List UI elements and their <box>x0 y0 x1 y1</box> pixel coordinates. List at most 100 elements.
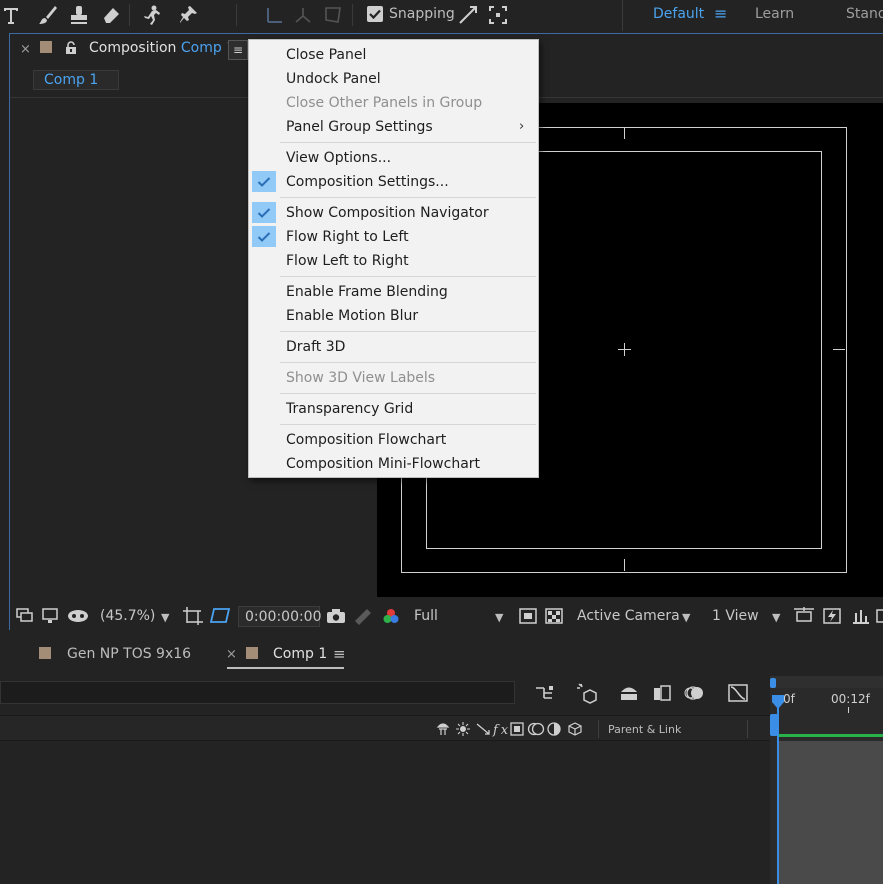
lock-icon[interactable] <box>65 40 77 59</box>
type-tool-icon[interactable] <box>0 3 24 27</box>
chevron-down-icon[interactable]: ▼ <box>161 611 169 624</box>
menu-item-flow-right-to-left[interactable]: Flow Right to Left <box>286 229 409 245</box>
fast-previews-icon[interactable] <box>518 607 538 629</box>
show-snapshot-icon[interactable] <box>353 607 373 629</box>
hide-shy-layers-icon[interactable] <box>618 683 640 707</box>
top-toolbar: Snapping Default ≡ Learn Stand <box>0 0 883 31</box>
axis-world-icon[interactable] <box>291 3 315 27</box>
center-crosshair-v <box>624 343 625 356</box>
label-color-swatch <box>39 647 51 659</box>
menu-item-composition-flowchart[interactable]: Composition Flowchart <box>286 432 446 448</box>
fast-preview-options-icon[interactable] <box>822 607 842 629</box>
snapping-label: Snapping <box>389 6 455 22</box>
time-ruler-label-12: 00:12f <box>831 692 870 706</box>
color-channels-icon[interactable] <box>381 607 401 629</box>
layer-track[interactable] <box>778 741 883 884</box>
view-layout-select[interactable]: 1 View <box>712 608 759 624</box>
toolbar-divider <box>622 0 623 31</box>
flowchart-icon[interactable] <box>876 607 883 629</box>
region-of-interest-icon[interactable] <box>182 606 204 630</box>
monitor-output-icon[interactable] <box>40 607 60 629</box>
menu-item-composition-settings[interactable]: Composition Settings... <box>286 174 449 190</box>
brush-tool-icon[interactable] <box>36 3 60 27</box>
toolbar-divider <box>236 4 237 26</box>
axis-local-icon[interactable] <box>263 3 287 27</box>
transparency-grid-icon[interactable] <box>544 607 564 629</box>
work-area-bar[interactable] <box>770 676 883 688</box>
timecode-field[interactable]: 0:00:00:00 <box>238 606 322 627</box>
current-time-indicator-line[interactable] <box>777 700 779 884</box>
mask-visibility-icon[interactable] <box>66 607 90 629</box>
column-divider <box>598 720 599 738</box>
timeline-tab-menu-icon[interactable]: ≡ <box>333 645 346 663</box>
chevron-down-icon[interactable]: ▼ <box>682 611 690 624</box>
snapping-checkbox[interactable] <box>367 6 383 22</box>
clone-stamp-tool-icon[interactable] <box>67 3 91 27</box>
menu-separator <box>280 362 536 363</box>
panel-title: Composition Comp 1 <box>89 40 235 56</box>
axis-view-icon[interactable] <box>321 3 345 27</box>
label-color-swatch <box>40 41 52 53</box>
chevron-down-icon[interactable]: ▼ <box>495 611 503 624</box>
checkmark-icon <box>252 171 276 192</box>
work-area-start-handle[interactable] <box>770 678 776 688</box>
workspace-menu-icon[interactable]: ≡ <box>714 4 727 23</box>
close-panel-icon[interactable]: × <box>20 42 31 57</box>
center-tick-bottom <box>624 559 625 571</box>
toggle-pixel-aspect-icon[interactable] <box>793 607 815 629</box>
menu-item-view-options[interactable]: View Options... <box>286 150 391 166</box>
motion-blur-icon[interactable] <box>684 683 706 707</box>
workspace-standard[interactable]: Stand <box>846 6 883 22</box>
snapshot-camera-icon[interactable] <box>326 608 346 628</box>
snap-edges-icon[interactable] <box>456 3 480 27</box>
workspace-learn[interactable]: Learn <box>755 6 794 22</box>
panel-menu-button[interactable]: ≡ <box>228 40 248 60</box>
menu-item-close-panel[interactable]: Close Panel <box>286 47 366 63</box>
frame-blending-icon[interactable] <box>651 683 673 707</box>
checkmark-icon <box>252 202 276 223</box>
roto-brush-tool-icon[interactable] <box>139 3 163 27</box>
parent-link-column-header[interactable]: Parent & Link <box>608 723 681 736</box>
layer-list-area[interactable] <box>0 741 770 884</box>
close-tab-icon[interactable]: × <box>226 647 237 662</box>
always-preview-icon[interactable] <box>15 607 35 629</box>
puppet-pin-tool-icon[interactable] <box>177 3 201 27</box>
comp-mini-flowchart-icon[interactable] <box>534 683 556 707</box>
menu-item-undock-panel[interactable]: Undock Panel <box>286 71 381 87</box>
panel-title-comp-name: Comp 1 <box>180 40 236 56</box>
svg-text:fx: fx <box>492 723 511 737</box>
workspace-default[interactable]: Default <box>653 6 704 22</box>
menu-item-enable-motion-blur[interactable]: Enable Motion Blur <box>286 308 418 324</box>
timeline-search-input[interactable] <box>0 681 515 704</box>
timeline-tab-comp-1[interactable]: Comp 1 <box>273 646 327 662</box>
timeline-tab-gen-np[interactable]: Gen NP TOS 9x16 <box>67 646 191 662</box>
toggle-transparency-icon[interactable] <box>208 606 232 630</box>
menu-item-draft-3d[interactable]: Draft 3D <box>286 339 345 355</box>
menu-item-flow-left-to-right[interactable]: Flow Left to Right <box>286 253 409 269</box>
chevron-down-icon[interactable]: ▼ <box>772 611 780 624</box>
graph-editor-icon[interactable] <box>727 683 749 707</box>
center-tick-right <box>833 349 845 350</box>
camera-select[interactable]: Active Camera <box>577 608 680 624</box>
eraser-tool-icon[interactable] <box>99 3 123 27</box>
menu-separator <box>280 331 536 332</box>
menu-item-show-comp-navigator[interactable]: Show Composition Navigator <box>286 205 489 221</box>
active-tab-underline <box>227 667 344 669</box>
checkmark-icon <box>252 226 276 247</box>
current-time-indicator-head-icon[interactable] <box>771 694 785 710</box>
comp-breadcrumb[interactable]: Comp 1 <box>33 70 119 90</box>
timeline-link-icon[interactable] <box>851 607 871 629</box>
render-cache-bar <box>778 734 883 737</box>
center-tick-top <box>624 127 625 139</box>
menu-item-panel-group-settings[interactable]: Panel Group Settings <box>286 119 433 135</box>
resolution-select[interactable]: Full <box>414 608 438 624</box>
zoom-value[interactable]: (45.7%) <box>100 608 155 624</box>
submenu-chevron-right-icon: › <box>519 119 525 134</box>
menu-item-transparency-grid[interactable]: Transparency Grid <box>286 401 413 417</box>
draft-3d-icon[interactable] <box>576 682 600 708</box>
snap-features-icon[interactable] <box>486 3 510 27</box>
menu-item-composition-mini-flowchart[interactable]: Composition Mini-Flowchart <box>286 456 480 472</box>
toolbar-divider <box>352 4 353 26</box>
menu-separator <box>280 393 536 394</box>
menu-item-enable-frame-blending[interactable]: Enable Frame Blending <box>286 284 448 300</box>
